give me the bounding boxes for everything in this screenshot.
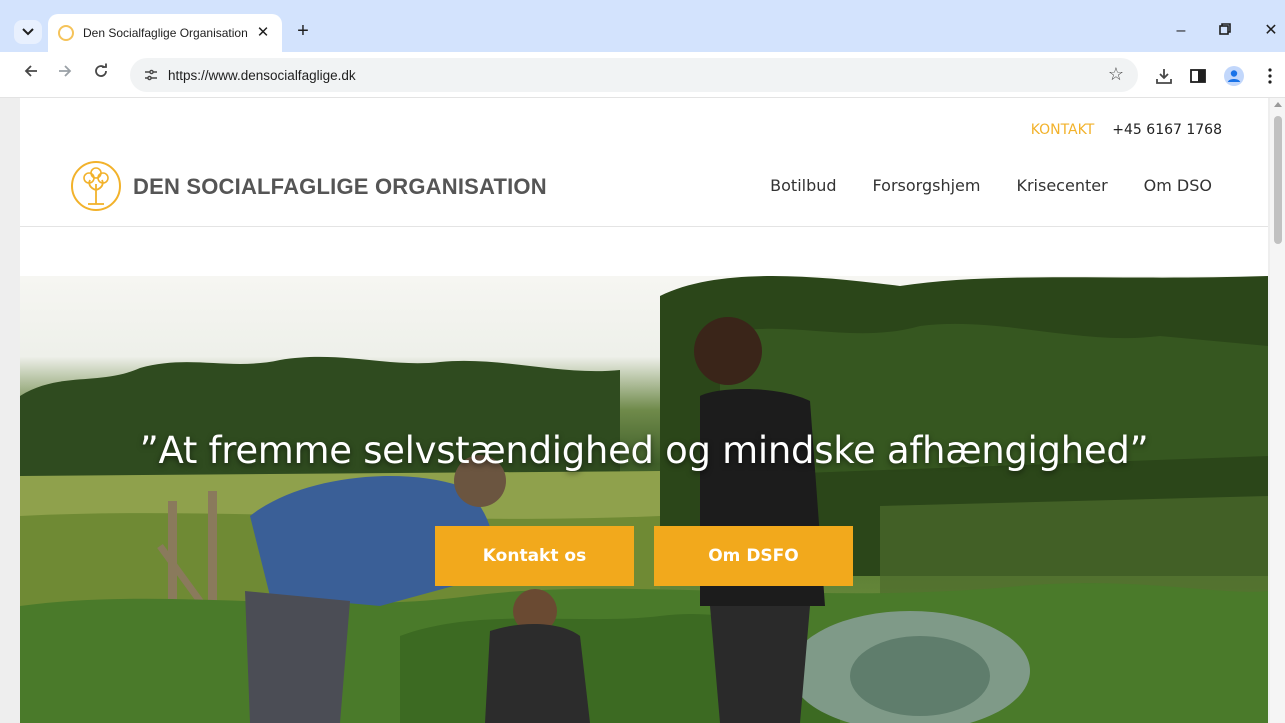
reload-button[interactable] bbox=[88, 62, 114, 88]
side-panel-icon bbox=[1190, 69, 1206, 83]
nav-item-om-dso[interactable]: Om DSO bbox=[1144, 176, 1212, 195]
close-tab-icon[interactable]: ✕ bbox=[254, 24, 272, 42]
url-text: https://www.densocialfaglige.dk bbox=[168, 67, 356, 83]
hero-garden-image bbox=[20, 276, 1268, 723]
header-divider bbox=[20, 226, 1268, 227]
top-contact-bar: KONTAKT +45 6167 1768 bbox=[1031, 122, 1222, 138]
address-bar[interactable]: https://www.densocialfaglige.dk ☆ bbox=[130, 58, 1138, 92]
page-scrollbar[interactable] bbox=[1270, 98, 1285, 723]
nav-item-forsorgshjem[interactable]: Forsorgshjem bbox=[873, 176, 981, 195]
page-viewport: KONTAKT +45 6167 1768 DEN SOCIALFAGLIGE … bbox=[0, 98, 1285, 723]
downloads-button[interactable] bbox=[1152, 64, 1176, 88]
browser-tab-bar: Den Socialfaglige Organisation ✕ + – ✕ bbox=[0, 0, 1285, 52]
tab-title: Den Socialfaglige Organisation bbox=[83, 26, 248, 40]
arrow-left-icon bbox=[24, 65, 37, 77]
download-icon bbox=[1156, 69, 1172, 84]
more-vertical-icon bbox=[1268, 68, 1272, 84]
dso-tree-logo-icon[interactable] bbox=[70, 160, 122, 212]
side-panel-button[interactable] bbox=[1186, 64, 1210, 88]
profile-button[interactable] bbox=[1222, 64, 1246, 88]
arrow-right-icon bbox=[59, 65, 72, 77]
contact-link[interactable]: KONTAKT bbox=[1031, 122, 1095, 138]
website-page: KONTAKT +45 6167 1768 DEN SOCIALFAGLIGE … bbox=[20, 98, 1268, 723]
profile-avatar-icon bbox=[1224, 66, 1244, 86]
nav-item-botilbud[interactable]: Botilbud bbox=[770, 176, 836, 195]
browser-tab[interactable]: Den Socialfaglige Organisation ✕ bbox=[48, 14, 282, 52]
om-dsfo-button[interactable]: Om DSFO bbox=[654, 526, 853, 586]
brand-name[interactable]: DEN SOCIALFAGLIGE ORGANISATION bbox=[133, 174, 547, 200]
back-button[interactable] bbox=[18, 62, 44, 88]
bookmark-star-icon[interactable]: ☆ bbox=[1108, 64, 1124, 85]
kontakt-os-button[interactable]: Kontakt os bbox=[435, 526, 634, 586]
phone-number[interactable]: +45 6167 1768 bbox=[1112, 122, 1222, 138]
restore-icon bbox=[1219, 23, 1231, 35]
nav-item-krisecenter[interactable]: Krisecenter bbox=[1016, 176, 1107, 195]
tune-icon bbox=[145, 69, 157, 81]
restore-window-button[interactable] bbox=[1210, 18, 1240, 44]
browser-menu-button[interactable] bbox=[1258, 64, 1282, 88]
hero-quote: ”At fremme selvstændighed og mindske afh… bbox=[139, 429, 1149, 472]
site-favicon-icon bbox=[58, 25, 74, 41]
site-info-icon[interactable] bbox=[140, 64, 162, 86]
tab-search-button[interactable] bbox=[14, 20, 42, 44]
forward-button[interactable] bbox=[52, 62, 78, 88]
chevron-down-icon bbox=[22, 28, 34, 36]
scroll-up-arrow-icon[interactable] bbox=[1274, 102, 1282, 107]
browser-toolbar: https://www.densocialfaglige.dk ☆ bbox=[0, 52, 1285, 98]
minimize-window-button[interactable]: – bbox=[1166, 18, 1196, 44]
close-window-button[interactable]: ✕ bbox=[1256, 18, 1285, 44]
new-tab-button[interactable]: + bbox=[292, 20, 314, 42]
reload-icon bbox=[95, 63, 107, 77]
scrollbar-thumb[interactable] bbox=[1274, 116, 1282, 244]
main-navigation: Botilbud Forsorgshjem Krisecenter Om DSO bbox=[770, 176, 1212, 195]
hero-banner: ”At fremme selvstændighed og mindske afh… bbox=[20, 276, 1268, 723]
